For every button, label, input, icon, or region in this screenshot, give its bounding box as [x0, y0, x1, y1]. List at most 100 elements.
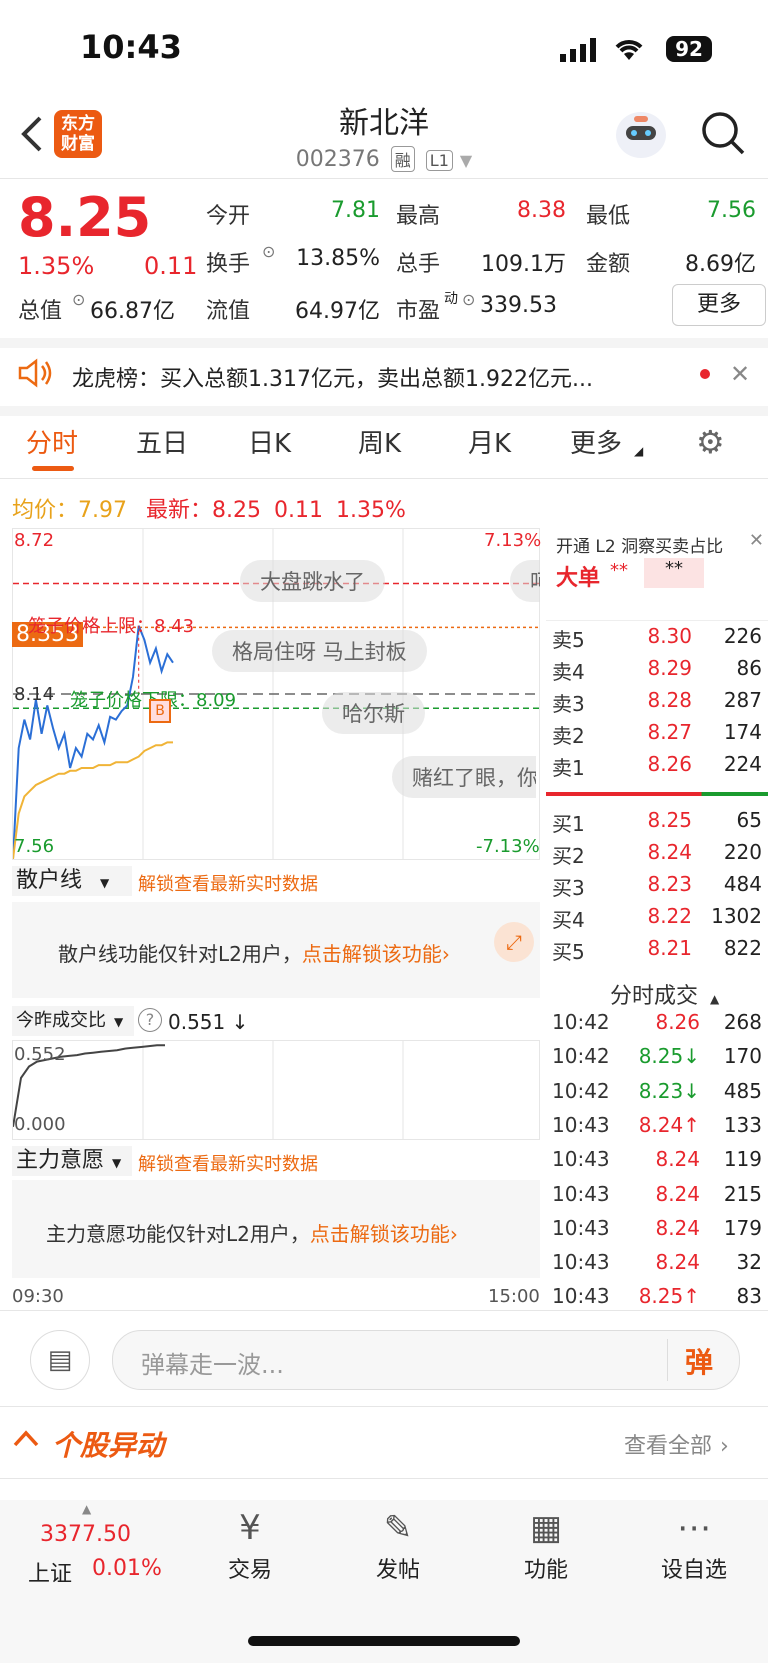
- time-start: 09:30: [12, 1286, 64, 1307]
- mainforce-unlock-button[interactable]: 点击解锁该功能: [310, 1222, 450, 1246]
- stock-code: 002376: [295, 147, 380, 172]
- ratio-value: 0.551 ↓: [168, 1010, 249, 1034]
- danmu-placeholder: 弹幕走一波...: [141, 1351, 284, 1379]
- bid-row-vol: 484: [723, 872, 762, 896]
- index-value[interactable]: 3377.50: [40, 1522, 131, 1547]
- chevron-down-icon[interactable]: ▼: [460, 151, 472, 170]
- robot-assistant-icon[interactable]: [616, 112, 666, 158]
- retail-selector[interactable]: 散户线 ▼: [12, 866, 132, 896]
- view-all-link[interactable]: 查看全部 ›: [624, 1428, 729, 1460]
- index-caret-icon: ▲: [82, 1502, 92, 1516]
- notice-text[interactable]: 龙虎榜：买入总额1.317亿元，卖出总额1.922亿元...: [72, 361, 672, 393]
- chart-pct-bottom: -7.13%: [476, 836, 540, 857]
- bid-row-price: 8.24: [647, 840, 692, 864]
- ask-row-price: 8.30: [647, 624, 692, 648]
- amount-value: 8.69亿: [685, 252, 756, 277]
- ratio-chart[interactable]: [12, 1040, 540, 1140]
- volume-value: 109.1万: [481, 252, 566, 277]
- spread-bar: [546, 792, 768, 796]
- danmu-settings-icon[interactable]: ▤: [30, 1330, 90, 1390]
- battery-icon: 92: [666, 36, 712, 62]
- trade-row-time: 10:42: [552, 1078, 610, 1103]
- chevron-up-icon[interactable]: [12, 1428, 40, 1452]
- pe-info-icon[interactable]: ⊙: [462, 290, 475, 309]
- trade-row-time: 10:42: [552, 1044, 610, 1069]
- trade-row-time: 10:43: [552, 1215, 610, 1240]
- turnover-info-icon[interactable]: ⊙: [262, 242, 275, 261]
- danmu-bubble: 赌红了眼，你: [392, 756, 536, 798]
- tab-monthly-k[interactable]: 月K: [468, 423, 511, 460]
- gear-icon[interactable]: ⚙: [696, 426, 725, 458]
- tab-intraday[interactable]: 分时: [26, 423, 78, 460]
- bid-row-vol: 220: [723, 840, 762, 864]
- danmu-input[interactable]: 弹幕走一波... 弹: [112, 1330, 740, 1390]
- trade-row-price: 8.24: [655, 1215, 700, 1240]
- ask-row-label: 卖2: [552, 724, 585, 748]
- danmu-bubble: 格局住呀 马上封板: [212, 630, 427, 672]
- trade-row-vol: 32: [736, 1250, 762, 1275]
- time-end: 15:00: [488, 1286, 540, 1307]
- trade-row-vol: 215: [723, 1181, 762, 1206]
- trade-row-time: 10:43: [552, 1250, 610, 1275]
- trade-row-time: 10:43: [552, 1112, 610, 1137]
- ask-row: 卖5 8.30 226: [552, 624, 762, 654]
- nav-trade-label: 交易: [227, 1558, 272, 1583]
- close-icon[interactable]: ✕: [730, 360, 750, 388]
- index-pct[interactable]: 0.01%: [92, 1556, 162, 1581]
- nav-functions[interactable]: ▦ 功能: [486, 1508, 606, 1584]
- tab-weekly-k[interactable]: 周K: [358, 423, 401, 460]
- nav-post[interactable]: ✎ 发帖: [338, 1508, 458, 1584]
- mktcap-value: 66.87亿: [90, 299, 175, 324]
- wifi-icon: [612, 34, 646, 66]
- tab-five-day[interactable]: 五日: [136, 423, 188, 460]
- level-tag: L1: [425, 150, 453, 171]
- ratio-selector[interactable]: 今昨成交比 ▼: [12, 1006, 134, 1036]
- l2-title: 开通 L2 洞察买卖占比: [556, 537, 724, 557]
- big-order-stars-2: **: [644, 558, 704, 588]
- margin-tag: 融: [390, 146, 415, 172]
- trades-title[interactable]: 分时成交 ▲: [610, 978, 719, 1010]
- tab-more[interactable]: 更多: [570, 423, 622, 460]
- chart-y-top: 8.72: [14, 530, 55, 551]
- bid-row-label: 买1: [552, 812, 585, 836]
- mainforce-unlock-link[interactable]: 解锁查看最新实时数据: [138, 1150, 318, 1176]
- retail-unlock-link[interactable]: 解锁查看最新实时数据: [138, 870, 318, 896]
- chart-y-bottom: 7.56: [14, 836, 55, 857]
- danmu-send-button[interactable]: 弹: [685, 1341, 713, 1381]
- nav-watchlist[interactable]: ⋯ 设自选: [634, 1508, 754, 1584]
- buy-marker[interactable]: B: [149, 699, 171, 723]
- more-button[interactable]: 更多: [672, 284, 766, 326]
- info-icon[interactable]: ⊙: [72, 290, 85, 309]
- speaker-icon: [18, 358, 54, 392]
- close-icon[interactable]: ✕: [749, 530, 764, 551]
- retail-lock-text: 散户线功能仅针对L2用户，: [58, 942, 302, 966]
- pe-value: 339.53: [480, 293, 557, 318]
- low-value: 7.56: [707, 198, 756, 223]
- ask-row-vol: 287: [723, 688, 762, 712]
- index-name[interactable]: 上证: [28, 1556, 72, 1588]
- l2-banner[interactable]: 开通 L2 洞察买卖占比 ✕ 大单 ** **: [546, 530, 768, 620]
- bid-row-label: 买5: [552, 940, 585, 964]
- search-icon[interactable]: [700, 110, 746, 160]
- help-icon[interactable]: ?: [138, 1008, 162, 1032]
- volume-label: 总手: [396, 252, 441, 277]
- float-label: 流值: [206, 299, 251, 324]
- trade-icon: ¥: [239, 1508, 261, 1548]
- trade-row: 10:43 8.24 32: [552, 1250, 762, 1280]
- expand-icon[interactable]: ⤢: [494, 922, 534, 962]
- ask-row-vol: 226: [723, 624, 762, 648]
- bid-row-vol: 822: [723, 936, 762, 960]
- change-amt: 0.11: [144, 252, 198, 280]
- ask-row-label: 卖5: [552, 628, 585, 652]
- trade-row-vol: 268: [723, 1010, 762, 1034]
- status-time: 10:43: [80, 28, 182, 66]
- bid-row: 买4 8.22 1302: [552, 904, 762, 934]
- tab-daily-k[interactable]: 日K: [248, 423, 291, 460]
- mainforce-selector[interactable]: 主力意愿 ▼: [12, 1146, 132, 1176]
- float-value: 64.97亿: [295, 299, 380, 324]
- retail-unlock-button[interactable]: 点击解锁该功能: [302, 942, 442, 966]
- nav-trade[interactable]: ¥ 交易: [190, 1508, 310, 1584]
- edit-icon: ✎: [383, 1508, 413, 1548]
- bid-row-label: 买2: [552, 844, 585, 868]
- movement-title: 个股异动: [52, 1429, 165, 1462]
